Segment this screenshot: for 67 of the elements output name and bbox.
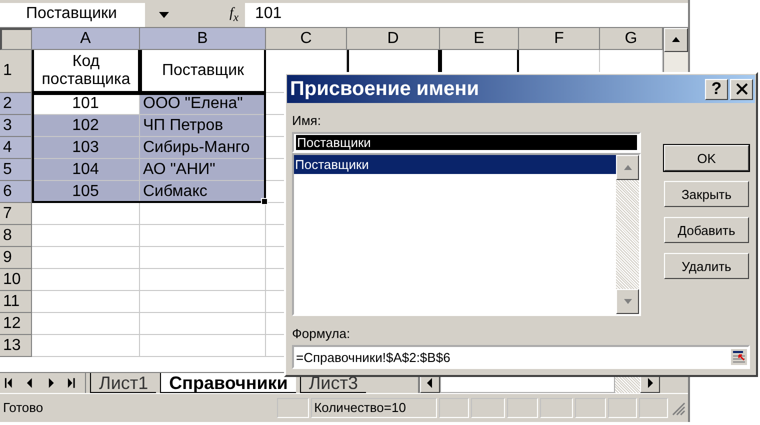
row-header[interactable]: 9 <box>0 247 32 269</box>
list-item[interactable]: Поставщики <box>294 155 616 174</box>
column-header[interactable]: E <box>440 28 519 50</box>
row-header[interactable]: 4 <box>0 137 32 159</box>
close-button[interactable] <box>730 78 753 100</box>
name-input[interactable]: Поставщики <box>292 132 641 153</box>
column-header[interactable]: A <box>32 28 140 50</box>
table-cell: Сибирь-Манго <box>140 137 266 159</box>
column-header[interactable]: D <box>347 28 440 50</box>
row-header[interactable]: 13 <box>0 335 32 357</box>
dialog-title: Присвоение имени <box>290 78 480 100</box>
status-panel <box>540 398 573 418</box>
select-all-button[interactable] <box>0 28 32 50</box>
row-header[interactable]: 10 <box>0 269 32 291</box>
name-value: Поставщики <box>296 135 637 150</box>
row-header[interactable]: 8 <box>0 225 32 247</box>
status-panel <box>276 398 310 418</box>
table-cell: ЧП Петров <box>140 115 266 137</box>
status-text: Готово <box>3 400 44 415</box>
help-button[interactable]: ? <box>705 78 728 100</box>
table-cell: 103 <box>32 137 140 159</box>
column-header[interactable]: G <box>600 28 663 50</box>
row-header[interactable]: 3 <box>0 115 32 137</box>
row-header[interactable]: 5 <box>0 159 32 181</box>
first-sheet-icon[interactable] <box>3 377 15 389</box>
caret-icon <box>159 12 169 18</box>
status-panel <box>506 398 538 418</box>
formula-input[interactable]: =Справочники!$A$2:$B$6 <box>292 345 750 369</box>
status-panel <box>639 398 668 418</box>
formula-value: =Справочники!$A$2:$B$6 <box>296 350 452 364</box>
column-header[interactable]: B <box>140 28 266 50</box>
table-cell: Поставщик <box>140 50 266 93</box>
dialog-button[interactable]: Добавить <box>664 217 749 243</box>
dialog-button[interactable]: Удалить <box>664 253 749 279</box>
collapse-dialog-icon[interactable] <box>730 348 748 366</box>
scroll-up-button[interactable] <box>664 28 688 52</box>
close-icon <box>736 83 748 95</box>
fill-handle[interactable] <box>261 198 268 205</box>
table-cell: 104 <box>32 159 140 181</box>
dialog-button[interactable]: Закрыть <box>664 181 749 207</box>
sheet-tab[interactable]: Справочники <box>160 373 296 393</box>
status-panel <box>470 398 505 418</box>
dialog-button[interactable]: OK <box>664 145 749 171</box>
status-panel <box>439 398 469 418</box>
table-cell: АО "АНИ" <box>140 159 266 181</box>
formula-input[interactable]: 101 <box>245 3 688 27</box>
formula-label: Формула: <box>292 326 352 342</box>
column-header[interactable]: C <box>266 28 347 50</box>
row-header[interactable]: 12 <box>0 313 32 335</box>
row-header[interactable]: 7 <box>0 203 32 225</box>
row-header[interactable]: 2 <box>0 93 32 115</box>
status-summary: Количество=10 <box>311 398 438 418</box>
list-scrollbar[interactable] <box>616 155 639 314</box>
row-header[interactable]: 1 <box>0 50 32 93</box>
column-header[interactable]: F <box>519 28 600 50</box>
row-header[interactable]: 11 <box>0 291 32 313</box>
table-cell: Код поставщика <box>32 50 140 93</box>
status-panel <box>608 398 638 418</box>
name-label: Имя: <box>292 113 322 129</box>
status-panel <box>574 398 606 418</box>
insert-function-button[interactable]: f$_{x}$ <box>223 3 245 27</box>
table-cell: 102 <box>32 115 140 137</box>
last-sheet-icon[interactable] <box>65 377 77 389</box>
row-header[interactable]: 6 <box>0 181 32 203</box>
sheet-tab[interactable]: Лист1 <box>90 373 156 393</box>
name-box[interactable]: Поставщики <box>0 3 145 27</box>
names-list[interactable]: Поставщики <box>292 153 641 316</box>
